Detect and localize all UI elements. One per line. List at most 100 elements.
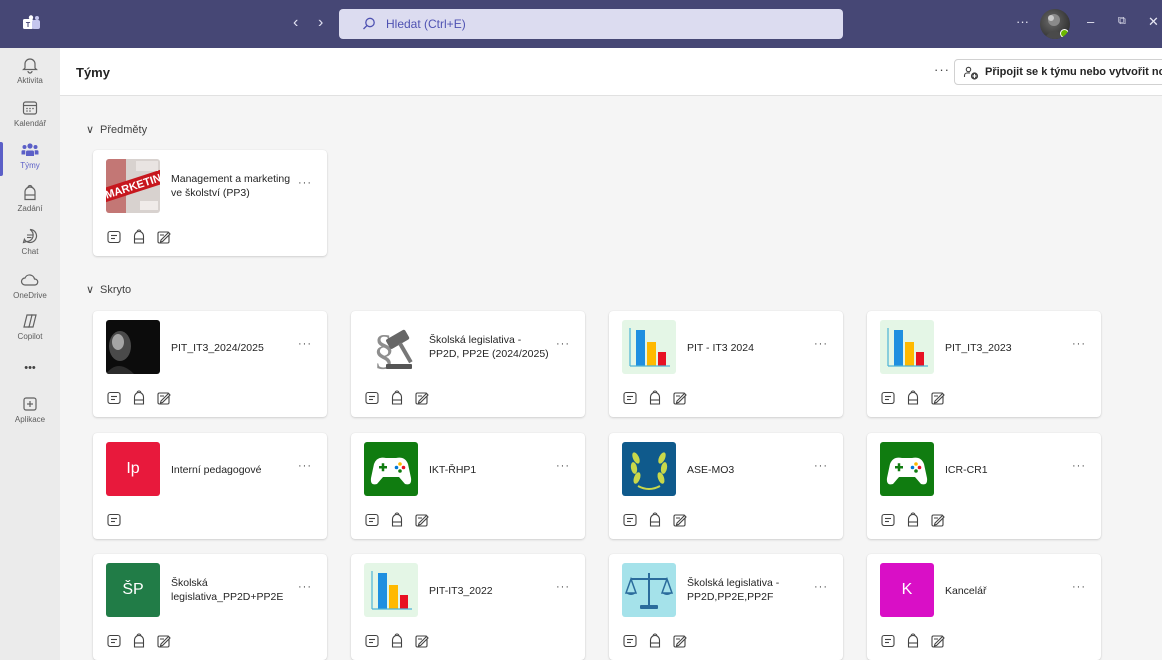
team-card[interactable]: PIT_IT3_2023 ··· xyxy=(867,311,1101,417)
grades-icon[interactable] xyxy=(930,633,946,649)
posts-icon[interactable] xyxy=(364,390,380,406)
team-more-options-button[interactable]: ··· xyxy=(1072,338,1086,350)
posts-icon[interactable] xyxy=(622,390,638,406)
team-avatar-bar-chart-icon xyxy=(880,320,934,374)
section-title: Předměty xyxy=(100,124,148,136)
back-button[interactable]: ‹ xyxy=(293,14,298,32)
posts-icon[interactable] xyxy=(622,633,638,649)
grades-icon[interactable] xyxy=(156,633,172,649)
assignments-icon[interactable] xyxy=(131,390,147,406)
team-more-options-button[interactable]: ··· xyxy=(814,581,828,593)
grades-icon[interactable] xyxy=(672,633,688,649)
header-more-button[interactable]: ··· xyxy=(934,62,950,77)
grades-icon[interactable] xyxy=(672,390,688,406)
posts-icon[interactable] xyxy=(880,633,896,649)
assignments-icon[interactable] xyxy=(131,229,147,245)
rail-item-aktivita[interactable]: Aktivita xyxy=(0,53,60,97)
rail-item-zadani[interactable]: Zadání xyxy=(0,181,60,225)
posts-icon[interactable] xyxy=(622,512,638,528)
posts-icon[interactable] xyxy=(106,512,122,528)
team-quick-links xyxy=(106,390,181,406)
team-more-options-button[interactable]: ··· xyxy=(298,338,312,350)
calendar-icon xyxy=(22,101,38,115)
assignments-icon[interactable] xyxy=(389,633,405,649)
grades-icon[interactable] xyxy=(930,390,946,406)
team-card[interactable]: K Kancelář ··· xyxy=(867,554,1101,660)
section-skryto[interactable]: ∨ Skryto xyxy=(86,283,131,296)
team-card[interactable]: ASE-MO3 ··· xyxy=(609,433,843,539)
team-card[interactable]: § Školská legislativa - PP2D, PP2E (2024/… xyxy=(351,311,585,417)
team-avatar-initials: ŠP xyxy=(106,563,160,617)
grades-icon[interactable] xyxy=(672,512,688,528)
grades-icon[interactable] xyxy=(156,390,172,406)
rail-item-chat[interactable]: Chat xyxy=(0,224,60,268)
team-more-options-button[interactable]: ··· xyxy=(556,460,570,472)
rail-item-kalendar[interactable]: Kalendář xyxy=(0,96,60,140)
posts-icon[interactable] xyxy=(364,633,380,649)
grades-icon[interactable] xyxy=(414,390,430,406)
join-button-label: Připojit se k týmu nebo vytvořit nový xyxy=(985,66,1162,78)
rail-label: Aplikace xyxy=(14,415,46,424)
team-card[interactable]: Školská legislativa - PP2D,PP2E,PP2F ··· xyxy=(609,554,843,660)
team-more-options-button[interactable]: ··· xyxy=(556,581,570,593)
more-icon: ••• xyxy=(24,362,36,374)
posts-icon[interactable] xyxy=(106,633,122,649)
assignments-icon[interactable] xyxy=(389,390,405,406)
grades-icon[interactable] xyxy=(414,633,430,649)
team-avatar-gamepad-icon xyxy=(880,442,934,496)
team-more-options-button[interactable]: ··· xyxy=(556,338,570,350)
page-header: Týmy ··· Připojit se k týmu nebo vytvoři… xyxy=(60,48,1162,96)
assignments-icon[interactable] xyxy=(647,512,663,528)
assignments-icon[interactable] xyxy=(389,512,405,528)
search-input[interactable]: Hledat (Ctrl+E) xyxy=(339,9,843,39)
assignments-icon[interactable] xyxy=(647,390,663,406)
svg-text:T: T xyxy=(26,22,31,29)
assignments-icon[interactable] xyxy=(131,633,147,649)
team-card[interactable]: PIT - IT3 2024 ··· xyxy=(609,311,843,417)
rail-item-copilot[interactable]: Copilot xyxy=(0,309,60,353)
grades-icon[interactable] xyxy=(414,512,430,528)
team-card[interactable]: ICR-CR1 ··· xyxy=(867,433,1101,539)
grades-icon[interactable] xyxy=(156,229,172,245)
team-quick-links xyxy=(880,512,955,528)
team-card[interactable]: MARKETIN Management a marketing ve školst… xyxy=(93,150,327,256)
minimize-button[interactable]: – xyxy=(1087,14,1094,29)
avatar[interactable] xyxy=(1040,9,1070,39)
settings-more-button[interactable]: ··· xyxy=(1016,14,1029,29)
team-more-options-button[interactable]: ··· xyxy=(1072,460,1086,472)
posts-icon[interactable] xyxy=(106,229,122,245)
assignments-icon[interactable] xyxy=(905,390,921,406)
team-card[interactable]: PIT_IT3_2024/2025 ··· xyxy=(93,311,327,417)
posts-icon[interactable] xyxy=(364,512,380,528)
posts-icon[interactable] xyxy=(880,512,896,528)
posts-icon[interactable] xyxy=(880,390,896,406)
assignments-icon[interactable] xyxy=(647,633,663,649)
join-or-create-team-button[interactable]: Připojit se k týmu nebo vytvořit nový xyxy=(954,59,1162,85)
team-card[interactable]: IKT-ŘHP1 ··· xyxy=(351,433,585,539)
rail-item-aplikace[interactable]: Aplikace xyxy=(0,392,60,436)
team-more-options-button[interactable]: ··· xyxy=(814,338,828,350)
close-button[interactable]: ✕ xyxy=(1148,14,1159,30)
rail-label: Zadání xyxy=(17,204,43,213)
team-name: PIT_IT3_2024/2025 xyxy=(171,342,264,354)
rail-item-onedrive[interactable]: OneDrive xyxy=(0,268,60,312)
team-more-options-button[interactable]: ··· xyxy=(1072,581,1086,593)
team-more-options-button[interactable]: ··· xyxy=(298,460,312,472)
team-card[interactable]: ŠP Školská legislativa_PP2D+PP2E ··· xyxy=(93,554,327,660)
rail-item-tymy[interactable]: Týmy xyxy=(0,138,60,182)
team-card[interactable]: Ip Interní pedagogové ··· xyxy=(93,433,327,539)
assignments-icon[interactable] xyxy=(905,633,921,649)
section-predmety[interactable]: ∨ Předměty xyxy=(86,123,147,136)
assignments-icon[interactable] xyxy=(905,512,921,528)
team-more-options-button[interactable]: ··· xyxy=(298,177,312,189)
team-more-options-button[interactable]: ··· xyxy=(814,460,828,472)
team-card[interactable]: PIT-IT3_2022 ··· xyxy=(351,554,585,660)
posts-icon[interactable] xyxy=(106,390,122,406)
backpack-icon xyxy=(24,184,36,201)
page-title: Týmy xyxy=(76,65,110,80)
team-more-options-button[interactable]: ··· xyxy=(298,581,312,593)
restore-button[interactable]: ⧉ xyxy=(1118,15,1126,28)
forward-button[interactable]: › xyxy=(318,14,323,32)
copilot-icon xyxy=(23,314,37,328)
grades-icon[interactable] xyxy=(930,512,946,528)
